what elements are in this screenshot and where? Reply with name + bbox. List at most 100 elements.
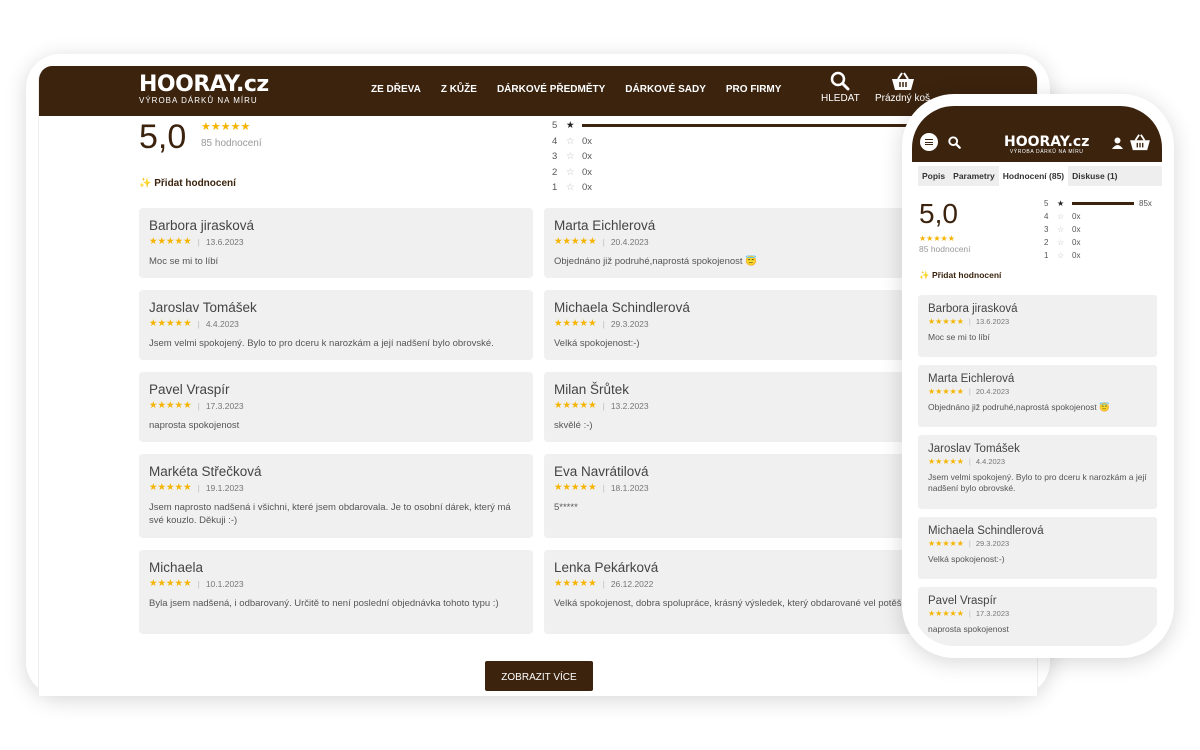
star-outline-icon: ☆ xyxy=(566,151,575,163)
review-text: naprosta spokojenost xyxy=(928,624,1009,634)
distribution-level: 2 xyxy=(552,166,558,178)
reviewer-name: Michaela Schindlerová xyxy=(928,525,1044,537)
distribution-level: 5 xyxy=(552,120,558,132)
distribution-row: 5 ★ 85x xyxy=(1044,197,1152,210)
hamburger-icon[interactable] xyxy=(920,133,938,151)
review-date: 13.6.2023 xyxy=(975,317,1010,326)
basket-icon xyxy=(891,72,914,90)
distribution-row: 4 ☆ 0x xyxy=(1044,210,1152,223)
tab-discussion[interactable]: Diskuse (1) xyxy=(1068,166,1121,186)
tab-parameters[interactable]: Parametry xyxy=(949,166,999,186)
separator: | xyxy=(602,400,605,411)
review-meta: ★★★★★ | 4.4.2023 xyxy=(149,318,523,329)
distribution-level: 4 xyxy=(1044,212,1049,221)
review-date: 13.2.2023 xyxy=(610,400,649,411)
show-more-button[interactable]: ZOBRAZIT VÍCE xyxy=(485,661,593,691)
reviewer-name: Marta Eichlerová xyxy=(928,373,1015,385)
review-meta: ★★★★★ | 29.3.2023 xyxy=(554,318,928,329)
add-review-link[interactable]: ✨ Přidat hodnocení xyxy=(139,178,236,189)
review-date: 4.4.2023 xyxy=(975,457,1006,466)
review-card: Jaroslav Tomášek ★★★★★ | 4.4.2023 Jsem vel… xyxy=(918,435,1157,509)
brand-name: HOORAY.cz xyxy=(1004,134,1090,150)
review-stars: ★★★★★ xyxy=(554,482,597,493)
separator: | xyxy=(602,578,605,589)
mobile-brand-logo[interactable]: HOORAY.cz VÝROBA DÁRKŮ NA MÍRU xyxy=(1004,135,1089,155)
review-meta: ★★★★★ | 26.12.2022 xyxy=(554,578,928,589)
review-card: Barbora jirasková ★★★★★ | 13.6.2023 Moc se… xyxy=(918,295,1157,357)
distribution-level: 2 xyxy=(1044,238,1049,247)
distribution-level: 1 xyxy=(552,182,558,194)
review-date: 10.1.2023 xyxy=(205,578,244,589)
distribution-row: 3 ☆ 0x xyxy=(1044,223,1152,236)
review-meta: ★★★★★ | 18.1.2023 xyxy=(554,482,928,493)
review-date: 13.6.2023 xyxy=(205,236,244,247)
menu-item-wood[interactable]: ZE DŘEVA xyxy=(371,84,421,95)
search-label: HLEDAT xyxy=(821,93,860,104)
search-icon xyxy=(831,71,850,91)
distribution-row: 3 ☆ 0x xyxy=(552,149,912,165)
reviewer-name: Michaela xyxy=(149,560,204,575)
top-navbar: HOORAY.cz VÝROBA DÁRKŮ NA MÍRU ZE DŘEVA … xyxy=(39,66,1037,116)
brand-tagline: VÝROBA DÁRKŮ NA MÍRU xyxy=(139,96,258,105)
review-meta: ★★★★★ | 17.3.2023 xyxy=(149,400,523,411)
review-card: Milan Šrůtek ★★★★★ | 13.2.2023 skvělé :-) xyxy=(544,372,938,442)
distribution-level: 3 xyxy=(1044,225,1049,234)
review-text: Velká spokojenost, dobra spolupráce, krá… xyxy=(554,598,917,609)
distribution-level: 1 xyxy=(1044,251,1049,260)
brand-tagline: VÝROBA DÁRKŮ NA MÍRU xyxy=(1009,149,1084,155)
separator: | xyxy=(968,387,971,396)
menu-item-companies[interactable]: PRO FIRMY xyxy=(726,84,782,95)
distribution-level: 5 xyxy=(1044,199,1049,208)
reviewer-name: Lenka Pekárková xyxy=(554,560,659,575)
star-outline-icon: ☆ xyxy=(566,182,575,194)
mobile-navbar: HOORAY.cz VÝROBA DÁRKŮ NA MÍRU xyxy=(912,106,1162,162)
review-card: Michaela Schindlerová ★★★★★ | 29.3.2023 Ve… xyxy=(544,290,938,360)
review-card: Michaela Schindlerová ★★★★★ | 29.3.2023 Ve… xyxy=(918,517,1157,579)
review-date: 29.3.2023 xyxy=(975,539,1010,548)
review-card: Eva Navrátilová ★★★★★ | 18.1.2023 5***** xyxy=(544,454,938,538)
search-button[interactable]: HLEDAT xyxy=(821,71,860,104)
add-review-label: Přidat hodnocení xyxy=(931,270,1002,280)
add-review-link[interactable]: ✨ Přidat hodnocení xyxy=(919,270,1001,281)
review-date: 19.1.2023 xyxy=(205,482,244,493)
menu-item-gift-sets[interactable]: DÁRKOVÉ SADY xyxy=(625,84,706,95)
reviewer-name: Jaroslav Tomášek xyxy=(928,443,1020,455)
review-card: Barbora jirasková ★★★★★ | 13.6.2023 Moc se… xyxy=(139,208,533,278)
separator: | xyxy=(968,539,971,548)
average-stars: ★★★★★ xyxy=(919,234,955,243)
reviewer-name: Milan Šrůtek xyxy=(554,382,630,397)
review-meta: ★★★★★ | 19.1.2023 xyxy=(149,482,523,493)
cart-button[interactable]: Prázdný koš xyxy=(875,71,930,104)
menu-item-leather[interactable]: Z KŮŽE xyxy=(441,84,477,95)
search-icon[interactable] xyxy=(948,136,961,149)
average-stars: ★★★★★ xyxy=(201,121,251,133)
user-icon[interactable] xyxy=(1112,137,1123,149)
review-date: 4.4.2023 xyxy=(205,318,239,329)
reviewer-name: Markéta Střečková xyxy=(149,464,262,479)
distribution-row: 4 ☆ 0x xyxy=(552,134,912,150)
review-stars: ★★★★★ xyxy=(928,539,964,548)
review-stars: ★★★★★ xyxy=(928,317,964,326)
distribution-bar xyxy=(582,124,912,128)
review-date: 18.1.2023 xyxy=(610,482,649,493)
review-stars: ★★★★★ xyxy=(149,318,192,329)
average-rating: 5,0 xyxy=(919,198,958,229)
distribution-count: 0x xyxy=(582,151,593,163)
menu-item-gift-items[interactable]: DÁRKOVÉ PŘEDMĚTY xyxy=(497,84,605,95)
tab-reviews[interactable]: Hodnocení (85) xyxy=(998,166,1069,186)
basket-icon[interactable] xyxy=(1129,133,1151,151)
review-text: Byla jsem nadšená, i odbarovaný. Určitě … xyxy=(149,598,499,609)
main-menu: ZE DŘEVA Z KŮŽE DÁRKOVÉ PŘEDMĚTY DÁRKOVÉ… xyxy=(371,84,781,95)
review-text: Jsem velmi spokojený. Bylo to pro dceru … xyxy=(149,338,494,349)
rating-count: 85 hodnocení xyxy=(201,138,262,149)
brand-logo[interactable]: HOORAY.cz VÝROBA DÁRKŮ NA MÍRU xyxy=(139,74,269,106)
distribution-count: 0x xyxy=(1072,251,1081,260)
review-card: Pavel Vraspír ★★★★★ | 17.3.2023 naprosta s… xyxy=(139,372,533,442)
review-card: Pavel Vraspír ★★★★★ | 17.3.2023 naprosta s… xyxy=(918,587,1157,646)
review-stars: ★★★★★ xyxy=(928,609,964,618)
tab-description[interactable]: Popis xyxy=(918,166,949,186)
reviewer-name: Eva Navrátilová xyxy=(554,464,649,479)
distribution-row: 5 ★ xyxy=(552,118,912,134)
review-text: Jsem velmi spokojený. Bylo to pro dceru … xyxy=(928,472,1147,493)
review-card: Jaroslav Tomášek ★★★★★ | 4.4.2023 Jsem vel… xyxy=(139,290,533,360)
